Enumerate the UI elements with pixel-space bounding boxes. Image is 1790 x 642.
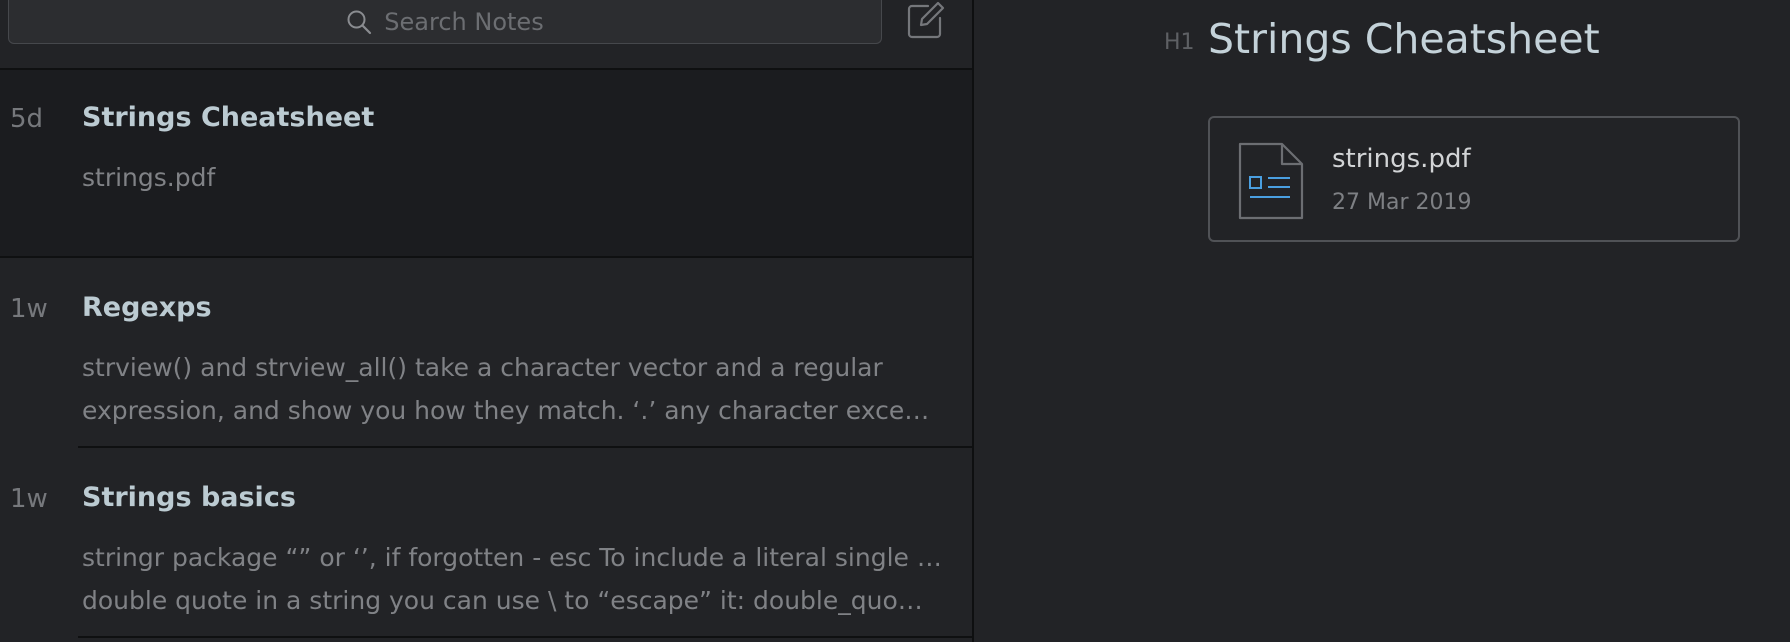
- note-snippet-line: expression, and show you how they match.…: [82, 396, 942, 425]
- note-snippet-line: double quote in a string you can use \ t…: [82, 586, 923, 615]
- note-heading[interactable]: Strings Cheatsheet: [1208, 15, 1600, 63]
- note-list-item-regexps[interactable]: 1w Regexps strview() and strview_all() t…: [0, 260, 972, 448]
- row-divider: [78, 636, 972, 638]
- note-list-item-strings-basics[interactable]: 1w Strings basics stringr package “” or …: [0, 450, 972, 638]
- attachment-file-name: strings.pdf: [1332, 144, 1471, 174]
- note-snippet: stringr package “” or ‘’, if forgotten -…: [82, 536, 942, 622]
- editor-pane[interactable]: H1 Strings Cheatsheet strings.pdf 27 Mar…: [974, 0, 1790, 642]
- search-icon: [346, 9, 372, 35]
- note-age: 5d: [10, 104, 44, 134]
- attachment-date: 27 Mar 2019: [1332, 190, 1472, 215]
- note-snippet-line: stringr package “” or ‘’, if forgotten -…: [82, 543, 942, 572]
- note-snippet-line: strings.pdf: [82, 163, 216, 192]
- note-title: Regexps: [82, 292, 212, 323]
- note-list-item-strings-cheatsheet[interactable]: 5d Strings Cheatsheet strings.pdf: [0, 70, 972, 258]
- note-list-pane: Search Notes 5d Strings Cheatsheet strin…: [0, 0, 974, 642]
- compose-icon: [906, 0, 946, 44]
- row-divider: [78, 446, 972, 448]
- pdf-file-icon: [1238, 142, 1304, 224]
- search-placeholder: Search Notes: [384, 7, 544, 36]
- heading-level-marker: H1: [1164, 30, 1195, 55]
- search-input[interactable]: Search Notes: [8, 0, 882, 44]
- row-divider: [0, 256, 972, 258]
- note-age: 1w: [10, 484, 48, 514]
- note-age: 1w: [10, 294, 48, 324]
- note-snippet: strview() and strview_all() take a chara…: [82, 346, 942, 432]
- note-title: Strings basics: [82, 482, 296, 513]
- notes-app: Search Notes 5d Strings Cheatsheet strin…: [0, 0, 1790, 642]
- note-snippet: strings.pdf: [82, 156, 942, 199]
- note-snippet-line: strview() and strview_all() take a chara…: [82, 353, 883, 382]
- compose-button[interactable]: [904, 0, 948, 44]
- note-title: Strings Cheatsheet: [82, 102, 375, 133]
- pdf-attachment-card[interactable]: strings.pdf 27 Mar 2019: [1208, 116, 1740, 242]
